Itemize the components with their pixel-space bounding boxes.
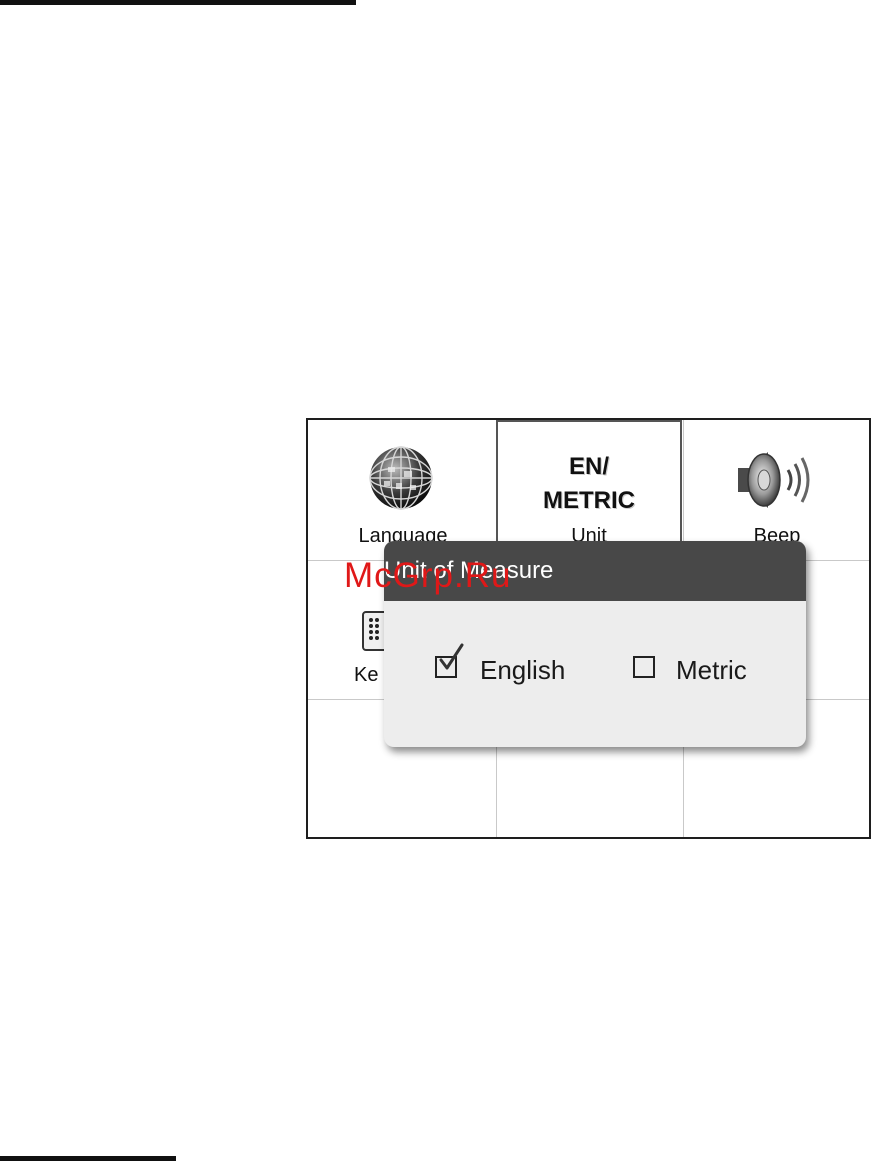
globe-icon xyxy=(369,446,433,510)
speaker-icon xyxy=(738,452,810,508)
tile-language[interactable]: Language xyxy=(310,420,496,560)
option-metric[interactable]: Metric xyxy=(632,651,782,691)
tile-unit[interactable]: EN/ METRIC Unit xyxy=(496,420,682,561)
bottom-rule xyxy=(0,1156,176,1161)
checkmark-icon xyxy=(439,643,464,670)
english-label: English xyxy=(480,655,566,685)
en-metric-icon: EN/ METRIC xyxy=(498,450,680,518)
en-metric-line2: METRIC xyxy=(543,487,635,514)
en-metric-line1: EN/ xyxy=(568,453,609,480)
top-rule xyxy=(0,0,356,5)
watermark: McGrp.Ru xyxy=(344,556,512,595)
option-english[interactable]: English xyxy=(434,643,594,691)
metric-label: Metric xyxy=(676,655,747,685)
tile-beep[interactable]: Beep xyxy=(684,420,869,560)
metric-checkbox[interactable] xyxy=(633,656,655,678)
